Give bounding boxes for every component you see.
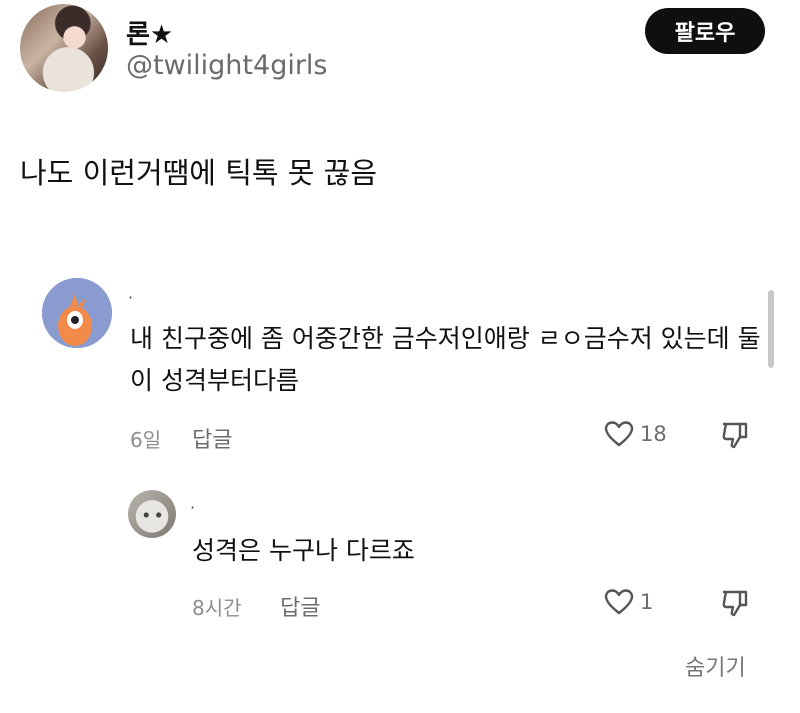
dislike-button[interactable] [720,420,750,454]
reply-text: 성격은 누구나 다르죠 [192,536,415,565]
thumbs-down-icon [722,422,748,449]
comment-time: 6일 [130,428,162,452]
like-count: 1 [640,590,654,614]
reply-button[interactable]: 답글 [192,422,232,454]
heart-icon [604,421,634,447]
like-button[interactable]: 18 [604,420,667,448]
like-button[interactable]: 1 [604,588,653,616]
heart-icon [604,589,634,615]
hide-replies-link[interactable]: 숨기기 [685,650,746,682]
user-handle: @twilight4girls [126,50,328,81]
reply-author: · [190,498,196,517]
post-text: 나도 이런거땜에 틱톡 못 끊음 [20,156,378,190]
bird-icon [42,278,112,348]
follow-button[interactable]: 팔로우 [645,8,765,54]
reply-avatar[interactable] [128,490,176,538]
like-count: 18 [640,422,667,446]
reply-time: 8시간 [192,596,242,620]
dislike-button[interactable] [720,588,750,622]
profile-avatar[interactable] [20,4,108,92]
comment-text: 내 친구중에 좀 어중간한 금수저인애랑 ㄹㅇ금수저 있는데 둘이 성격부터다름 [130,324,761,395]
reply-button[interactable]: 답글 [280,590,320,622]
username: 론★ [126,20,174,50]
comment-author: · [128,288,134,307]
scrollbar[interactable] [768,290,774,368]
comment-avatar[interactable] [42,278,112,348]
thumbs-down-icon [722,590,748,617]
